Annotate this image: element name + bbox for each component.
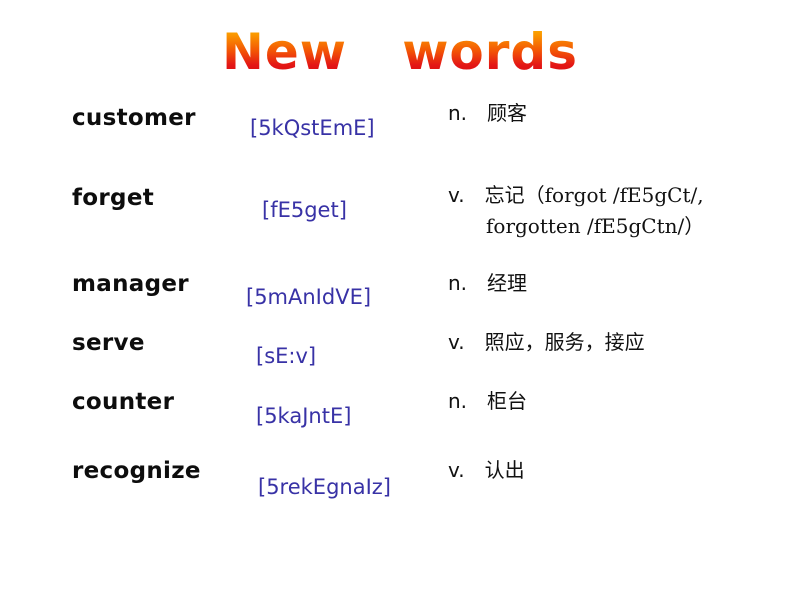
definition-text: n. 柜台 [448, 386, 527, 417]
word-text: customer [72, 105, 196, 131]
vocabulary-row: manager [5mAnIdVE] n. 经理 [0, 267, 800, 327]
page-title: New words [222, 23, 578, 81]
definition-line-1: 顾客 [487, 101, 528, 125]
word-text: serve [72, 330, 145, 356]
vocabulary-row: customer [5kQstEmE] n. 顾客 [0, 97, 800, 157]
word-text: counter [72, 389, 175, 415]
definition-line-1: 柜台 [487, 389, 528, 413]
phonetic-text: [5rekEgnaIz] [258, 475, 391, 499]
slide-canvas: New words customer [5kQstEmE] n. 顾客 forget [… [0, 0, 800, 600]
part-of-speech: v. [448, 183, 465, 207]
phonetic-text: [sE:v] [256, 344, 317, 368]
definition-text: v. 照应，服务，接应 [448, 327, 645, 358]
phonetic-text: [5kQstEmE] [250, 116, 375, 140]
phonetic-text: [fE5get] [262, 198, 347, 222]
definition-text: v. 忘记（forgot /fE5gCt/, forgotten /fE5gCtn… [448, 180, 704, 242]
definition-line-1: 经理 [487, 271, 528, 295]
definition-line-1: 忘记（forgot /fE5gCt/, [484, 183, 704, 207]
definition-line-1: 认出 [484, 458, 525, 482]
vocabulary-list: customer [5kQstEmE] n. 顾客 forget [fE5get] v. … [0, 97, 800, 524]
phonetic-text: [5mAnIdVE] [246, 285, 372, 309]
part-of-speech: n. [448, 271, 468, 295]
phonetic-text: [5kaJntE] [256, 404, 352, 428]
definition-line-1: 照应，服务，接应 [484, 330, 645, 354]
vocabulary-row: forget [fE5get] v. 忘记（forgot /fE5gCt/, forg… [0, 179, 800, 239]
definition-text: n. 经理 [448, 268, 527, 299]
definition-line-2: forgotten /fE5gCtn/） [486, 214, 705, 238]
slide-title-container: New words [0, 22, 800, 88]
word-text: recognize [72, 458, 201, 484]
definition-text: v. 认出 [448, 455, 525, 486]
definition-text: n. 顾客 [448, 98, 527, 129]
part-of-speech: v. [448, 458, 465, 482]
part-of-speech: n. [448, 101, 468, 125]
vocabulary-row: serve [sE:v] v. 照应，服务，接应 [0, 326, 800, 386]
vocabulary-row: counter [5kaJntE] n. 柜台 [0, 385, 800, 445]
vocabulary-row: recognize [5rekEgnaIz] v. 认出 [0, 454, 800, 514]
word-text: manager [72, 271, 189, 297]
part-of-speech: v. [448, 330, 465, 354]
part-of-speech: n. [448, 389, 468, 413]
word-text: forget [72, 185, 155, 211]
